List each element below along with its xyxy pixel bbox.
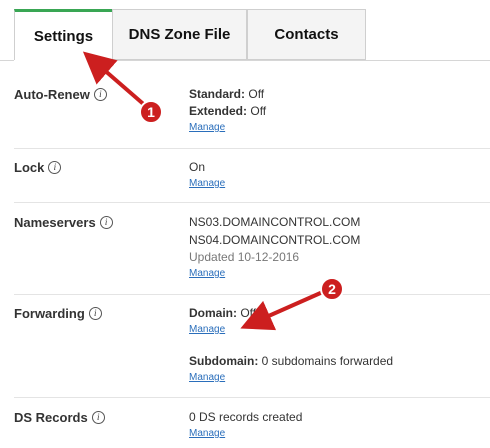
lock-label: Lock i <box>14 160 62 175</box>
auto-renew-label-text: Auto-Renew <box>14 87 90 102</box>
forwarding-label-text: Forwarding <box>14 306 85 321</box>
standard-label: Standard: <box>189 87 246 101</box>
subdomain-value: 0 subdomains forwarded <box>261 354 394 368</box>
extended-label: Extended: <box>189 104 248 118</box>
lock-value: On <box>189 160 206 174</box>
nameservers-manage-link[interactable]: Manage <box>189 268 225 279</box>
forwarding-domain: Domain: Off <box>189 306 256 321</box>
auto-renew-manage-link[interactable]: Manage <box>189 122 225 133</box>
tab-contacts[interactable]: Contacts <box>247 9 366 60</box>
nameserver-1: NS03.DOMAINCONTROL.COM <box>189 215 361 229</box>
forwarding-subdomain-manage-link[interactable]: Manage <box>189 372 225 383</box>
info-icon[interactable]: i <box>91 411 105 424</box>
tab-settings[interactable]: Settings <box>14 9 112 60</box>
tab-dns-zone-file-label: DNS Zone File <box>128 26 231 43</box>
info-icon[interactable]: i <box>93 88 107 101</box>
nameservers-updated: Updated 10-12-2016 <box>189 250 300 264</box>
tab-bar: Settings DNS Zone File Contacts <box>14 9 366 60</box>
tab-contacts-label: Contacts <box>274 26 339 43</box>
domain-label: Domain: <box>189 306 237 320</box>
row-divider <box>14 148 490 149</box>
lock-manage-link[interactable]: Manage <box>189 178 225 189</box>
auto-renew-label: Auto-Renew i <box>14 87 107 102</box>
nameserver-2: NS04.DOMAINCONTROL.COM <box>189 233 361 247</box>
arrow-2 <box>240 289 326 331</box>
tab-underline-left <box>0 60 14 61</box>
row-divider <box>14 202 490 203</box>
forwarding-domain-manage-link[interactable]: Manage <box>189 324 225 335</box>
marker-1: 1 <box>139 100 163 124</box>
info-icon[interactable]: i <box>99 216 113 229</box>
standard-value: Off <box>248 87 265 101</box>
nameservers-label-text: Nameservers <box>14 215 96 230</box>
lock-label-text: Lock <box>14 160 45 175</box>
extended-value: Off <box>250 104 267 118</box>
ds-records-label: DS Records i <box>14 410 105 425</box>
forwarding-label: Forwarding i <box>14 306 102 321</box>
marker-2: 2 <box>320 277 344 301</box>
row-divider <box>14 294 490 295</box>
forwarding-subdomain: Subdomain: 0 subdomains forwarded <box>189 354 393 369</box>
nameservers-label: Nameservers i <box>14 215 113 230</box>
ds-records-label-text: DS Records <box>14 410 88 425</box>
svg-text:1: 1 <box>147 104 155 120</box>
info-icon[interactable]: i <box>48 161 62 174</box>
tab-settings-label: Settings <box>33 27 94 45</box>
info-icon[interactable]: i <box>88 307 102 320</box>
tab-underline-right <box>112 60 490 61</box>
subdomain-label: Subdomain: <box>189 354 259 368</box>
auto-renew-standard: Standard: Off <box>189 87 264 102</box>
ds-records-manage-link[interactable]: Manage <box>189 428 225 439</box>
row-divider <box>14 397 490 398</box>
tab-dns-zone-file[interactable]: DNS Zone File <box>112 9 247 60</box>
ds-records-value: 0 DS records created <box>189 410 303 424</box>
domain-value: Off <box>240 306 257 320</box>
auto-renew-extended: Extended: Off <box>189 104 266 119</box>
